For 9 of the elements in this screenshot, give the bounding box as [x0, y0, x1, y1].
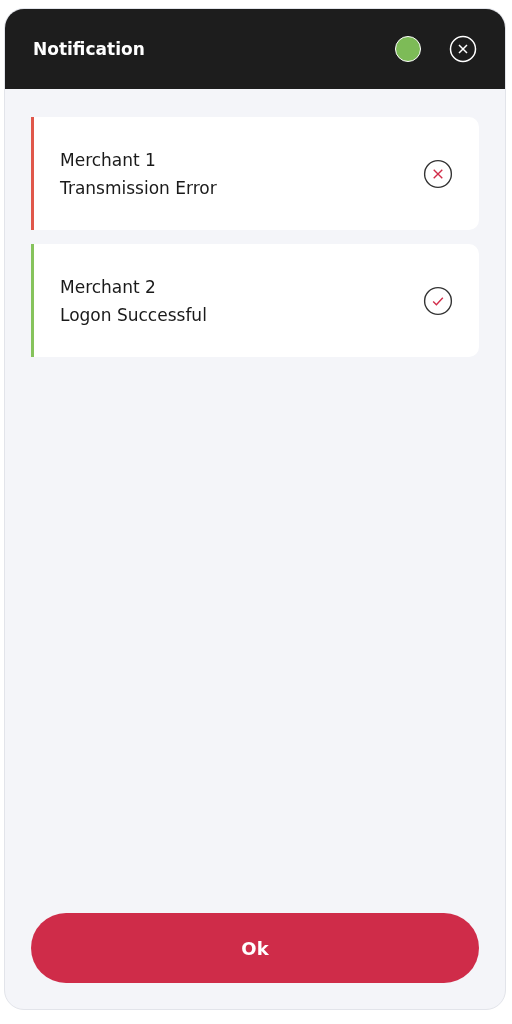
error-icon	[423, 158, 453, 189]
status-message: Transmission Error	[60, 177, 218, 198]
merchant-name: Merchant 2	[60, 276, 157, 297]
close-icon[interactable]	[449, 35, 477, 63]
check-icon	[423, 285, 453, 316]
status-message: Logon Successful	[60, 304, 208, 325]
window-title: Notification	[33, 39, 146, 59]
merchant-name: Merchant 1	[60, 149, 157, 170]
ok-button[interactable]: Ok	[31, 913, 479, 983]
